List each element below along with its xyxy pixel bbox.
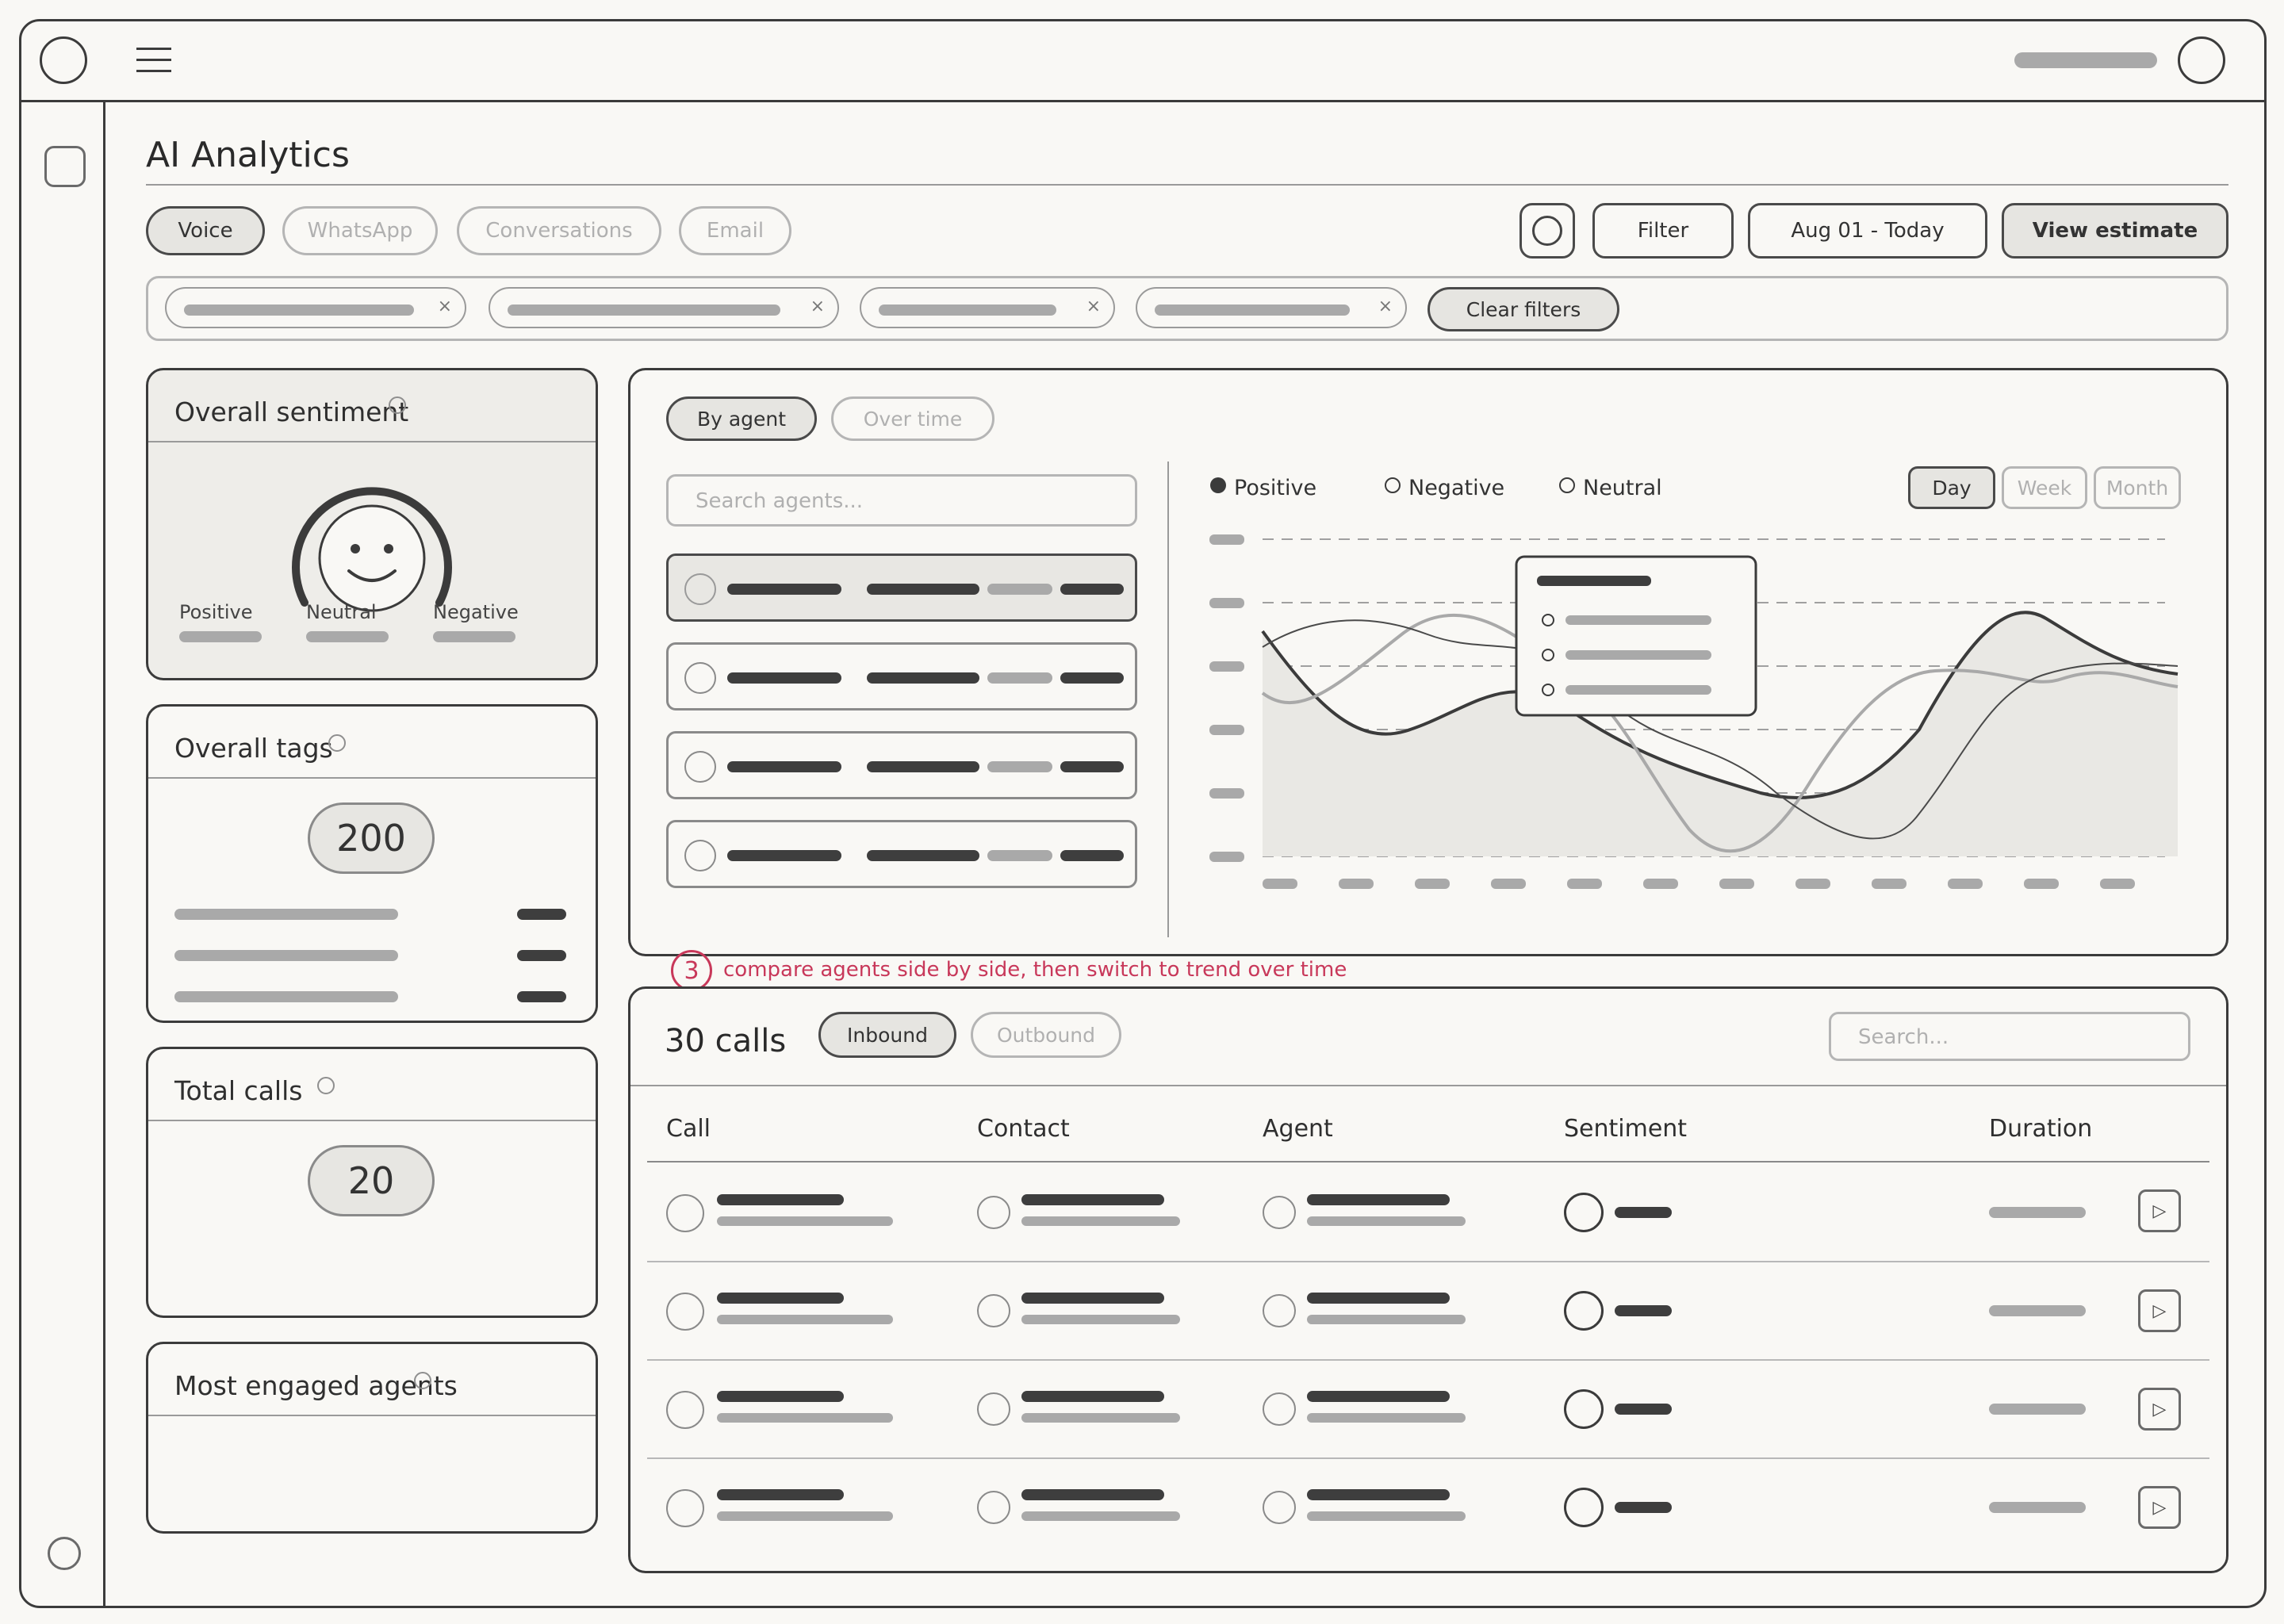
tag-row-value (517, 991, 566, 1002)
total-calls-title: Total calls (174, 1075, 303, 1106)
legend-neutral-marker (1559, 477, 1575, 493)
user-name-placeholder (2014, 52, 2157, 68)
info-icon[interactable] (389, 396, 406, 414)
title-divider (146, 184, 2228, 186)
agent-row[interactable] (666, 820, 1137, 888)
agent-search-input[interactable]: Search agents... (666, 474, 1137, 527)
tab-whatsapp[interactable]: WhatsApp (282, 206, 438, 255)
legend-negative[interactable]: Negative (1408, 476, 1504, 500)
column-agent[interactable]: Agent (1263, 1115, 1333, 1143)
legend-positive[interactable]: Positive (1234, 476, 1316, 500)
column-call[interactable]: Call (666, 1115, 711, 1143)
menu-icon[interactable] (136, 48, 171, 75)
tags-count: 200 (308, 802, 435, 874)
close-icon[interactable]: × (1378, 297, 1393, 316)
play-icon[interactable]: ▷ (2138, 1388, 2181, 1431)
filter-chip[interactable]: × (165, 287, 466, 328)
close-icon[interactable]: × (438, 297, 452, 316)
calls-count-title: 30 calls (665, 1023, 787, 1059)
play-icon[interactable]: ▷ (2138, 1289, 2181, 1332)
sentiment-label-negative: Negative (433, 601, 519, 623)
table-row[interactable]: ▷ (647, 1361, 2209, 1459)
column-contact[interactable]: Contact (977, 1115, 1070, 1143)
logo-icon[interactable] (40, 36, 87, 84)
column-duration[interactable]: Duration (1989, 1115, 2092, 1143)
card-divider (148, 777, 596, 779)
tag-row-value (517, 950, 566, 961)
tab-voice[interactable]: Voice (146, 206, 265, 255)
search-button[interactable] (1519, 203, 1575, 259)
panel-split (1167, 462, 1169, 937)
filter-chip[interactable]: × (860, 287, 1115, 328)
card-divider (148, 441, 596, 442)
info-icon[interactable] (414, 1372, 431, 1389)
play-icon[interactable]: ▷ (2138, 1189, 2181, 1232)
avatar[interactable] (2178, 36, 2225, 84)
tab-inbound[interactable]: Inbound (818, 1012, 956, 1058)
calls-search-input[interactable]: Search... (1829, 1012, 2190, 1061)
chart-tooltip (1515, 555, 1757, 717)
close-icon[interactable]: × (811, 297, 825, 316)
legend-positive-marker (1210, 477, 1226, 493)
card-divider (148, 1120, 596, 1121)
tag-row-label (174, 909, 398, 920)
sentiment-value-neutral (306, 631, 389, 642)
tags-title: Overall tags (174, 733, 333, 764)
granularity-month[interactable]: Month (2094, 466, 2181, 509)
calls-header-divider (630, 1085, 2226, 1086)
total-calls-count: 20 (308, 1145, 435, 1216)
info-icon[interactable] (328, 734, 346, 752)
sidebar-nav-icon[interactable] (44, 146, 86, 187)
view-estimate-button[interactable]: View estimate (2002, 203, 2228, 259)
clear-filters-button[interactable]: Clear filters (1428, 287, 1619, 331)
topbar-divider (21, 100, 2265, 102)
sentiment-gauge (292, 487, 452, 612)
sentiment-value-positive (179, 631, 262, 642)
card-divider (148, 1415, 596, 1416)
sentiment-value-negative (433, 631, 515, 642)
legend-neutral[interactable]: Neutral (1583, 476, 1662, 500)
agent-row[interactable] (666, 642, 1137, 710)
agent-row[interactable] (666, 731, 1137, 799)
search-icon (1532, 216, 1562, 246)
close-icon[interactable]: × (1086, 297, 1101, 316)
filter-chip[interactable]: × (1136, 287, 1407, 328)
filter-button[interactable]: Filter (1592, 203, 1734, 259)
tag-row-label (174, 950, 398, 961)
table-row[interactable]: ▷ (647, 1262, 2209, 1361)
tag-row-value (517, 909, 566, 920)
tag-row-label (174, 991, 398, 1002)
table-row[interactable]: ▷ (647, 1459, 2209, 1557)
sentiment-label-neutral: Neutral (306, 601, 377, 623)
page-title: AI Analytics (146, 135, 350, 175)
tab-email[interactable]: Email (679, 206, 791, 255)
x-axis-ticks (1263, 879, 2135, 889)
sentiment-title: Overall sentiment (174, 396, 409, 427)
tab-by-agent[interactable]: By agent (666, 396, 817, 441)
sentiment-label-positive: Positive (179, 601, 253, 623)
play-icon[interactable]: ▷ (2138, 1486, 2181, 1529)
filter-chip[interactable]: × (489, 287, 839, 328)
y-axis-ticks (1209, 534, 1244, 862)
tab-over-time[interactable]: Over time (831, 396, 994, 441)
info-icon[interactable] (317, 1077, 335, 1094)
column-sentiment[interactable]: Sentiment (1564, 1115, 1687, 1143)
table-row[interactable]: ▷ (647, 1162, 2209, 1261)
tab-conversations[interactable]: Conversations (457, 206, 661, 255)
date-range-button[interactable]: Aug 01 - Today (1748, 203, 1987, 259)
sidebar-divider (103, 102, 105, 1607)
granularity-day[interactable]: Day (1908, 466, 1995, 509)
annotation-badge: 3 (671, 950, 712, 991)
agent-row[interactable] (666, 553, 1137, 622)
granularity-week[interactable]: Week (2002, 466, 2087, 509)
sentiment-trend-chart (1209, 534, 2179, 889)
sidebar-settings-icon[interactable] (48, 1537, 81, 1570)
legend-negative-marker (1385, 477, 1401, 493)
annotation-text: compare agents side by side, then switch… (723, 958, 1347, 982)
tab-outbound[interactable]: Outbound (971, 1012, 1121, 1058)
